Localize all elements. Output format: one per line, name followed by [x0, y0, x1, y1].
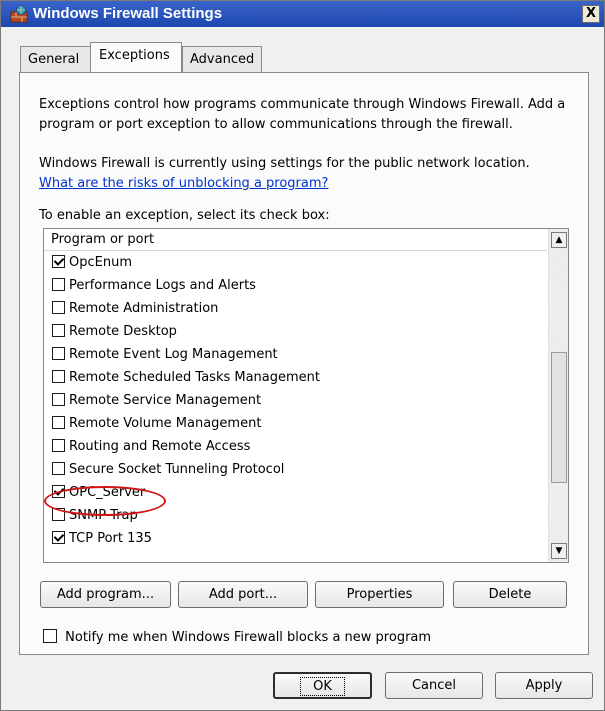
- list-item[interactable]: Routing and Remote Access: [52, 435, 250, 458]
- properties-button[interactable]: Properties: [315, 581, 444, 608]
- list-item[interactable]: OpcEnum: [52, 251, 132, 274]
- list-item[interactable]: Remote Volume Management: [52, 412, 261, 435]
- delete-label: Delete: [488, 587, 532, 602]
- scroll-down-button[interactable]: ▼: [551, 543, 567, 559]
- list-item-label: Remote Administration: [69, 301, 219, 316]
- checkbox[interactable]: [52, 347, 65, 360]
- list-item[interactable]: Remote Desktop: [52, 320, 177, 343]
- checkbox[interactable]: [52, 416, 65, 429]
- select-label: To enable an exception, select its check…: [39, 208, 330, 223]
- tab-advanced-label: Advanced: [190, 52, 255, 67]
- list-item-label: Remote Event Log Management: [69, 347, 278, 362]
- chevron-down-icon: ▼: [555, 546, 563, 556]
- list-column-header[interactable]: Program or port: [44, 229, 547, 251]
- tab-general-label: General: [28, 52, 80, 67]
- notify-option[interactable]: Notify me when Windows Firewall blocks a…: [43, 629, 431, 647]
- intro-line-1: Exceptions control how programs communic…: [39, 97, 566, 112]
- apply-label: Apply: [525, 678, 563, 693]
- chevron-up-icon: ▲: [555, 235, 563, 245]
- checkbox[interactable]: [52, 278, 65, 291]
- close-button[interactable]: X: [582, 5, 600, 23]
- list-item[interactable]: TCP Port 135: [52, 527, 152, 550]
- checkbox[interactable]: [52, 324, 65, 337]
- checkbox[interactable]: [52, 462, 65, 475]
- firewall-settings-window: Windows Firewall Settings X General Exce…: [0, 0, 605, 711]
- checkbox[interactable]: [52, 439, 65, 452]
- scroll-up-button[interactable]: ▲: [551, 232, 567, 248]
- scroll-thumb[interactable]: [551, 352, 567, 483]
- exceptions-list[interactable]: Program or port OpcEnum Performance Logs…: [43, 228, 569, 563]
- ok-label: OK: [300, 677, 345, 696]
- risks-link[interactable]: What are the risks of unblocking a progr…: [39, 174, 328, 194]
- status-text: Windows Firewall is currently using sett…: [39, 156, 530, 171]
- tab-exceptions-label: Exceptions: [99, 48, 170, 63]
- add-port-label: Add port...: [208, 587, 278, 602]
- checkbox[interactable]: [52, 370, 65, 383]
- intro-text: Exceptions control how programs communic…: [39, 95, 565, 135]
- exceptions-panel: Exceptions control how programs communic…: [19, 72, 589, 655]
- list-item[interactable]: Secure Socket Tunneling Protocol: [52, 458, 284, 481]
- tab-advanced[interactable]: Advanced: [182, 46, 262, 72]
- tab-exceptions[interactable]: Exceptions: [90, 42, 182, 72]
- list-scrollbar[interactable]: ▲ ▼: [548, 229, 568, 562]
- firewall-icon: [10, 5, 28, 23]
- list-item-label: OpcEnum: [69, 255, 132, 270]
- window-title: Windows Firewall Settings: [33, 5, 223, 22]
- title-bar[interactable]: Windows Firewall Settings X: [1, 1, 604, 27]
- add-port-button[interactable]: Add port...: [178, 581, 308, 608]
- list-item-label: Secure Socket Tunneling Protocol: [69, 462, 285, 477]
- list-item[interactable]: Remote Scheduled Tasks Management: [52, 366, 320, 389]
- add-program-button[interactable]: Add program...: [40, 581, 171, 608]
- apply-button[interactable]: Apply: [495, 672, 593, 699]
- cancel-button[interactable]: Cancel: [385, 672, 483, 699]
- checkbox[interactable]: [52, 393, 65, 406]
- list-item-label: Remote Scheduled Tasks Management: [69, 370, 321, 385]
- list-item-label: Remote Volume Management: [69, 416, 262, 431]
- checkbox[interactable]: [52, 255, 65, 268]
- list-header-label: Program or port: [51, 232, 155, 247]
- ok-button[interactable]: OK: [273, 672, 372, 699]
- notify-checkbox[interactable]: [43, 629, 57, 643]
- tab-general[interactable]: General: [20, 46, 91, 72]
- list-item-label: Routing and Remote Access: [69, 439, 251, 454]
- cancel-label: Cancel: [411, 678, 457, 693]
- highlight-ring: [44, 486, 166, 516]
- notify-label: Notify me when Windows Firewall blocks a…: [65, 630, 432, 645]
- properties-label: Properties: [346, 587, 413, 602]
- list-item-label: Remote Service Management: [69, 393, 262, 408]
- list-item[interactable]: Remote Administration: [52, 297, 218, 320]
- list-item[interactable]: Remote Event Log Management: [52, 343, 278, 366]
- list-item[interactable]: Performance Logs and Alerts: [52, 274, 256, 297]
- delete-button[interactable]: Delete: [453, 581, 567, 608]
- list-item-label: Remote Desktop: [69, 324, 177, 339]
- close-icon: X: [585, 6, 597, 21]
- add-program-label: Add program...: [56, 587, 155, 602]
- checkbox[interactable]: [52, 301, 65, 314]
- checkbox[interactable]: [52, 531, 65, 544]
- list-item-label: Performance Logs and Alerts: [69, 278, 256, 293]
- list-item[interactable]: Remote Service Management: [52, 389, 261, 412]
- intro-line-2: program or port exception to allow commu…: [39, 117, 513, 132]
- list-item-label: TCP Port 135: [69, 531, 152, 546]
